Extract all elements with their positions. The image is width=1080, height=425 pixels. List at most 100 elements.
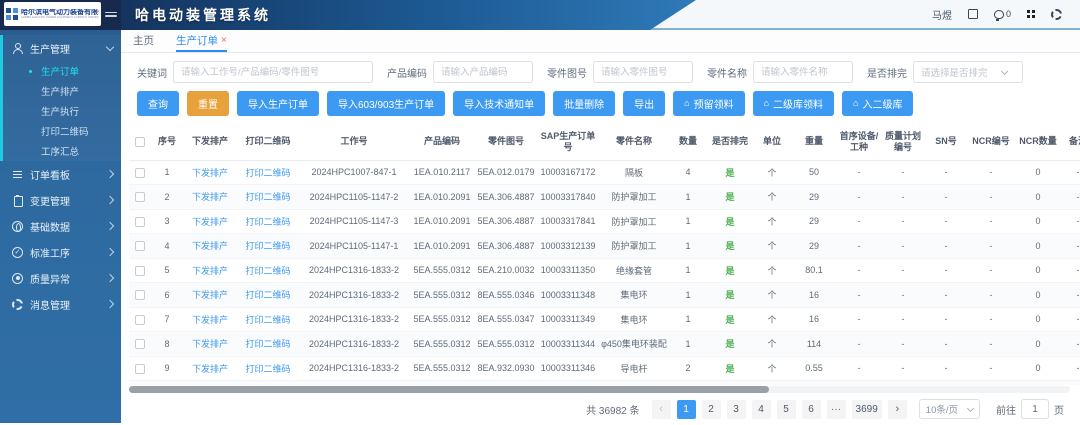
cell-part_name: 防护罩加工 <box>599 185 669 210</box>
sidebar-item-消息管理[interactable]: 消息管理 <box>0 291 121 317</box>
关键词-input[interactable] <box>173 61 373 83</box>
next-page-button[interactable]: › <box>888 400 907 419</box>
tab-close-icon[interactable]: × <box>221 35 227 46</box>
page-size-select[interactable]: 10条/页 <box>919 399 980 419</box>
sidebar-item-生产管理[interactable]: 生产管理 <box>3 35 121 61</box>
sidebar-item-基础数据[interactable]: 基础数据 <box>0 213 121 239</box>
cell-print[interactable]: 打印二维码 <box>237 381 299 386</box>
horizontal-scrollbar[interactable] <box>129 386 1070 393</box>
notification-bell-icon[interactable]: 0 <box>994 9 1011 19</box>
tab-生产订单[interactable]: 生产订单× <box>176 30 227 52</box>
cell-print[interactable]: 打印二维码 <box>237 234 299 259</box>
sidebar-subitem-工序汇总[interactable]: 工序汇总 <box>3 141 121 161</box>
零件名称-input[interactable] <box>753 61 853 83</box>
预留领料-button[interactable]: ⌂预留领料 <box>673 91 744 116</box>
sidebar-item-订单看板[interactable]: 订单看板 <box>0 161 121 187</box>
filter-产品编码: 产品编码 <box>387 61 533 83</box>
sidebar-subitem-打印二维码[interactable]: 打印二维码 <box>3 121 121 141</box>
入二级库-button[interactable]: ⌂入二级库 <box>842 91 913 116</box>
是否排完-select[interactable]: 请选择是否排完 <box>913 61 1023 83</box>
cell-issue[interactable]: 下发排产 <box>183 283 237 308</box>
零件图号-input[interactable] <box>593 61 693 83</box>
cell-issue[interactable]: 下发排产 <box>183 209 237 234</box>
page-button-2[interactable]: 2 <box>702 400 721 419</box>
sidebar-subitem-生产订单[interactable]: 生产订单 <box>3 61 121 81</box>
settings-gear-icon[interactable] <box>1051 9 1062 20</box>
row-checkbox-cell <box>129 381 151 386</box>
prev-page-button[interactable]: ‹ <box>652 400 671 419</box>
button-label: 导入603/903生产订单 <box>338 96 434 111</box>
产品编码-input[interactable] <box>433 61 533 83</box>
column-header-工作号: 工作号 <box>299 124 409 160</box>
cell-print[interactable]: 打印二维码 <box>237 185 299 210</box>
导入603/903生产订单-button[interactable]: 导入603/903生产订单 <box>327 91 445 116</box>
二级库领料-button[interactable]: ⌂二级库领料 <box>753 91 834 116</box>
sidebar-subitem-生产执行[interactable]: 生产执行 <box>3 101 121 121</box>
scrollbar-thumb[interactable] <box>129 386 769 393</box>
cell-issue[interactable]: 下发排产 <box>183 307 237 332</box>
page-button-4[interactable]: 4 <box>752 400 771 419</box>
cell-unit: 个 <box>753 209 791 234</box>
sidebar-item-变更管理[interactable]: 变更管理 <box>0 187 121 213</box>
cell-issue[interactable]: 下发排产 <box>183 381 237 386</box>
page-button-5[interactable]: 5 <box>777 400 796 419</box>
cell-print[interactable]: 打印二维码 <box>237 332 299 357</box>
sidebar-item-label: 基础数据 <box>30 219 100 234</box>
cell-part_no: 8EA.932.0930 <box>475 356 537 381</box>
cell-work_no: 2024HPC1316-1833-2 <box>299 307 409 332</box>
row-checkbox[interactable] <box>135 315 145 325</box>
tab-主页[interactable]: 主页 <box>133 30 154 52</box>
sidebar-item-标准工序[interactable]: 标准工序 <box>0 239 121 265</box>
apps-grid-icon[interactable] <box>1027 10 1035 18</box>
cell-issue[interactable]: 下发排产 <box>183 160 237 185</box>
cell-issue[interactable]: 下发排产 <box>183 234 237 259</box>
导出-button[interactable]: 导出 <box>623 91 665 116</box>
fullscreen-icon[interactable] <box>968 9 978 19</box>
cell-print[interactable]: 打印二维码 <box>237 283 299 308</box>
cell-issue[interactable]: 下发排产 <box>183 185 237 210</box>
批量删除-button[interactable]: 批量删除 <box>553 91 615 116</box>
row-checkbox[interactable] <box>135 266 145 276</box>
goto-page: 前往页 <box>996 399 1064 419</box>
page-button-6[interactable]: 6 <box>802 400 821 419</box>
重置-button[interactable]: 重置 <box>187 91 229 116</box>
row-checkbox-cell <box>129 356 151 381</box>
sidebar-subitem-生产排产[interactable]: 生产排产 <box>3 81 121 101</box>
sidebar-item-label: 消息管理 <box>30 297 100 312</box>
cell-sap_no: 10003317841 <box>537 209 599 234</box>
查询-button[interactable]: 查询 <box>137 91 179 116</box>
row-checkbox[interactable] <box>135 217 145 227</box>
row-checkbox[interactable] <box>135 241 145 251</box>
cell-issue[interactable]: 下发排产 <box>183 356 237 381</box>
select-all-checkbox[interactable] <box>135 137 145 147</box>
row-checkbox[interactable] <box>135 290 145 300</box>
cell-print[interactable]: 打印二维码 <box>237 258 299 283</box>
cell-print[interactable]: 打印二维码 <box>237 209 299 234</box>
导入技术通知单-button[interactable]: 导入技术通知单 <box>453 91 545 116</box>
cell-issue[interactable]: 下发排产 <box>183 332 237 357</box>
cell-remark: - <box>1061 381 1080 386</box>
cell-issue[interactable]: 下发排产 <box>183 258 237 283</box>
page-button-1[interactable]: 1 <box>677 400 696 419</box>
row-checkbox[interactable] <box>135 339 145 349</box>
sidebar-item-质量异常[interactable]: 质量异常 <box>0 265 121 291</box>
cell-sn: - <box>925 258 967 283</box>
导入生产订单-button[interactable]: 导入生产订单 <box>237 91 319 116</box>
cell-weight: 29 <box>791 209 837 234</box>
cell-first_eq: - <box>837 356 881 381</box>
cell-print[interactable]: 打印二维码 <box>237 307 299 332</box>
cell-sn: - <box>925 209 967 234</box>
page-button-3[interactable]: 3 <box>727 400 746 419</box>
filter-label: 是否排完 <box>867 65 907 80</box>
row-checkbox[interactable] <box>135 364 145 374</box>
cell-print[interactable]: 打印二维码 <box>237 356 299 381</box>
row-checkbox[interactable] <box>135 192 145 202</box>
row-checkbox[interactable] <box>135 168 145 178</box>
cell-ncr_qty: 0 <box>1015 234 1061 259</box>
goto-page-input[interactable] <box>1021 399 1049 419</box>
page-button-3699[interactable]: 3699 <box>852 400 882 419</box>
cell-print[interactable]: 打印二维码 <box>237 160 299 185</box>
user-name[interactable]: 马煜 <box>932 7 952 22</box>
sidebar-collapse-icon[interactable] <box>105 12 117 17</box>
cell-sap_no: 10003311349 <box>537 307 599 332</box>
